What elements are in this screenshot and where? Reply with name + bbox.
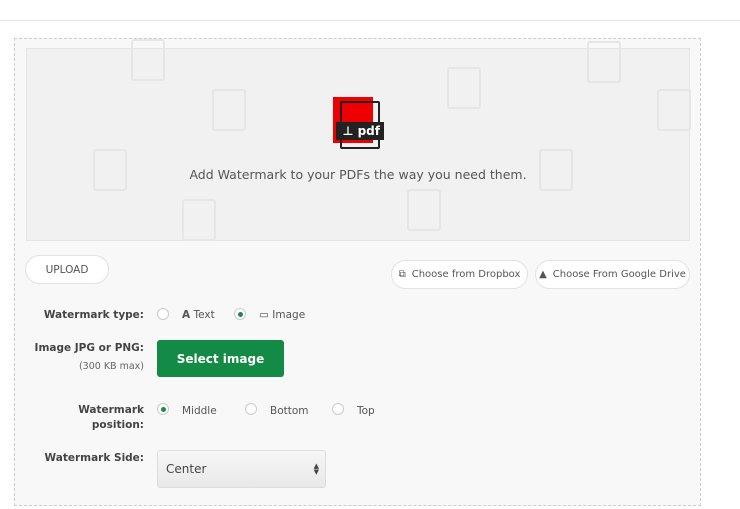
ghost-file-icon xyxy=(131,39,165,81)
upload-button[interactable]: UPLOAD xyxy=(25,255,109,284)
position-label-line1: Watermark xyxy=(78,404,144,416)
dropbox-icon: ⧉ xyxy=(398,269,406,280)
image-format-label: Image JPG or PNG: xyxy=(34,342,144,354)
ghost-file-icon xyxy=(212,89,246,131)
position-bottom-radio[interactable] xyxy=(245,403,257,415)
google-drive-label: Choose From Google Drive xyxy=(552,269,686,280)
pdf-label: pdf xyxy=(357,124,380,138)
watermark-side-value: Center xyxy=(166,462,207,476)
type-text-option[interactable]: A Text xyxy=(182,309,215,321)
google-drive-icon: ▲ xyxy=(539,269,547,280)
ghost-file-icon xyxy=(407,189,441,231)
header-divider xyxy=(0,20,740,21)
ghost-file-icon xyxy=(447,67,481,109)
select-image-label: Select image xyxy=(176,351,265,366)
google-drive-button[interactable]: ▲ Choose From Google Drive xyxy=(535,260,690,289)
position-bottom-label[interactable]: Bottom xyxy=(270,405,309,417)
position-middle-label[interactable]: Middle xyxy=(182,405,217,417)
dropbox-label: Choose from Dropbox xyxy=(411,269,521,280)
watermark-side-label: Watermark Side: xyxy=(44,452,144,464)
position-middle-radio[interactable] xyxy=(157,403,169,415)
position-top-label[interactable]: Top xyxy=(357,405,375,417)
type-image-label: Image xyxy=(272,309,306,321)
type-text-label: Text xyxy=(193,309,215,321)
image-icon: ▭ xyxy=(259,309,269,321)
position-top-radio[interactable] xyxy=(332,403,344,415)
ghost-file-icon xyxy=(587,41,621,83)
watermark-type-label: Watermark type: xyxy=(43,309,144,321)
image-size-hint: (300 KB max) xyxy=(78,361,144,372)
ghost-file-icon xyxy=(182,199,216,241)
type-image-option[interactable]: ▭ Image xyxy=(259,309,305,321)
dropbox-button[interactable]: ⧉ Choose from Dropbox xyxy=(391,260,528,289)
font-icon: A xyxy=(182,309,191,321)
dropzone-tagline: Add Watermark to your PDFs the way you n… xyxy=(189,167,527,182)
position-label-line2: position: xyxy=(91,419,144,431)
type-image-radio[interactable] xyxy=(234,308,246,320)
type-text-radio[interactable] xyxy=(157,308,169,320)
watermark-side-select[interactable]: Center ▲ ▼ xyxy=(157,450,326,488)
upload-label: UPLOAD xyxy=(45,263,89,276)
select-image-button[interactable]: Select image xyxy=(157,340,284,377)
pdf-stamp-icon: ⊥ pdf xyxy=(333,97,385,151)
select-arrows-icon: ▲ ▼ xyxy=(313,462,319,476)
ghost-file-icon xyxy=(657,89,691,131)
